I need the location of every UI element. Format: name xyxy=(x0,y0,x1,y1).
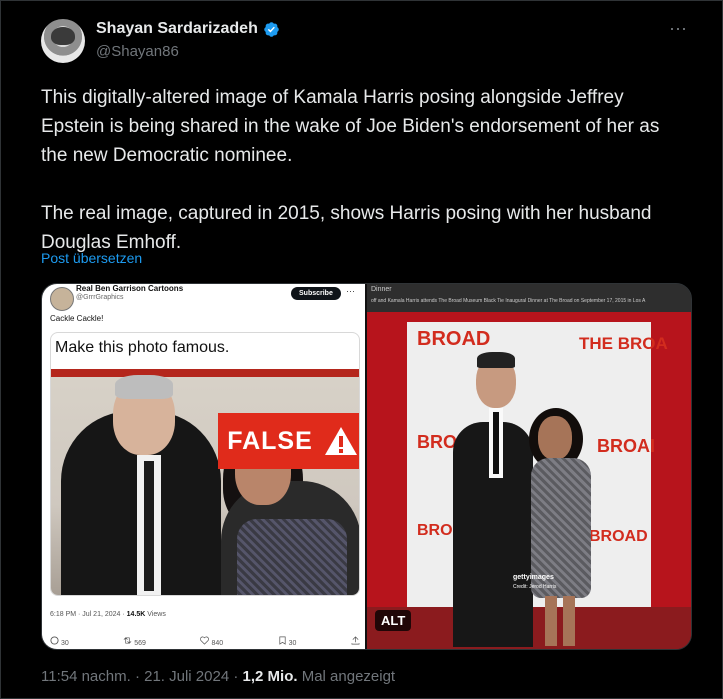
altered-photo xyxy=(51,369,359,595)
embedded-repost-action: 569 xyxy=(123,636,146,647)
author-name[interactable]: Shayan Sardarizadeh xyxy=(96,20,258,38)
author-name-row: Shayan Sardarizadeh xyxy=(96,20,280,38)
avatar[interactable] xyxy=(41,19,85,63)
bookmark-icon xyxy=(279,636,286,645)
getty-caption-title: Dinner xyxy=(371,286,392,293)
backdrop-text: BROAD xyxy=(589,528,648,545)
more-options-icon[interactable]: ⋯ xyxy=(669,19,688,40)
embedded-quoted-post: Make this photo famous. FALSE xyxy=(50,332,360,596)
alt-text-button[interactable]: ALT xyxy=(375,610,412,631)
translate-link[interactable]: Post übersetzen xyxy=(41,250,142,266)
embedded-share-action xyxy=(351,636,360,647)
author-handle[interactable]: @Shayan86 xyxy=(96,43,179,60)
embedded-post-time: 6:18 PM · Jul 21, 2024 · xyxy=(50,611,127,618)
backdrop-text: BROAD xyxy=(417,328,491,350)
warning-icon xyxy=(324,427,357,455)
getty-credit: Credit: Jerod Harris xyxy=(513,584,557,590)
embedded-account-handle: @GrrrGraphics xyxy=(76,294,124,301)
getty-caption-header: Dinner off and Kamala Harris attends The… xyxy=(367,284,691,312)
timestamp-link[interactable]: 11:54 nachm. · 21. Juli 2024 · xyxy=(41,668,243,685)
embedded-account-name: Real Ben Garrison Cartoons xyxy=(76,284,184,293)
view-count: 1,2 Mio. xyxy=(242,668,298,685)
repost-icon xyxy=(123,637,132,644)
false-label-text: FALSE xyxy=(227,426,313,455)
embedded-subscribe-button: Subscribe xyxy=(291,287,341,300)
original-photo: BROAD THE BROA BRO BROAI BROA BROAD gett… xyxy=(367,312,691,649)
embedded-bookmark-count: 30 xyxy=(288,640,297,647)
embedded-post-views-count: 14.5K xyxy=(126,611,146,618)
embedded-reply-count: 30 xyxy=(60,640,69,647)
false-label-badge: FALSE xyxy=(218,413,359,469)
embedded-avatar xyxy=(50,287,74,311)
verified-badge-icon xyxy=(264,21,279,37)
heart-icon xyxy=(200,636,210,645)
getty-caption-text: off and Kamala Harris attends The Broad … xyxy=(371,298,646,304)
share-icon xyxy=(351,636,360,645)
embedded-bookmark-action: 30 xyxy=(278,636,297,647)
backdrop-text: BROAI xyxy=(597,436,655,456)
media-image-left[interactable]: Real Ben Garrison Cartoons @GrrrGraphics… xyxy=(42,284,365,649)
embedded-post-text: Cackle Cackle! xyxy=(50,314,104,323)
tweet-footer: 11:54 nachm. · 21. Juli 2024 · 1,2 Mio. … xyxy=(41,668,395,685)
photo-hair-man xyxy=(115,375,173,399)
embedded-more-icon: ⋯ xyxy=(346,286,355,296)
embedded-post-meta: 6:18 PM · Jul 21, 2024 · 14.5K Views xyxy=(50,611,166,618)
photo-head-woman xyxy=(538,416,572,460)
reply-icon xyxy=(50,636,59,645)
photo-hair-man xyxy=(477,352,515,368)
photo-tie xyxy=(493,412,499,474)
media-image-right[interactable]: Dinner off and Kamala Harris attends The… xyxy=(367,284,691,649)
tweet-text: This digitally-altered image of Kamala H… xyxy=(41,87,660,253)
media-grid: Real Ben Garrison Cartoons @GrrrGraphics… xyxy=(41,283,692,650)
photo-tie xyxy=(144,461,154,591)
photo-legs xyxy=(545,596,575,646)
embedded-repost-count: 569 xyxy=(134,640,146,647)
embedded-post-actions: 30 569 840 30 xyxy=(50,636,360,647)
embedded-like-action: 840 xyxy=(200,636,223,647)
embedded-like-count: 840 xyxy=(211,640,224,647)
photo-backdrop-banner xyxy=(51,369,359,377)
embedded-post-views-label: Views xyxy=(145,611,166,618)
backdrop-text: THE BROA xyxy=(579,334,668,353)
getty-watermark: gettyimages xyxy=(513,574,554,581)
quoted-post-text: Make this photo famous. xyxy=(55,339,230,356)
tweet-card: Shayan Sardarizadeh @Shayan86 ⋯ This dig… xyxy=(0,0,723,699)
embedded-reply-action: 30 xyxy=(50,636,69,647)
view-count-suffix: Mal angezeigt xyxy=(297,668,396,685)
backdrop-text: BRO xyxy=(417,432,457,452)
photo-dress xyxy=(237,519,347,595)
